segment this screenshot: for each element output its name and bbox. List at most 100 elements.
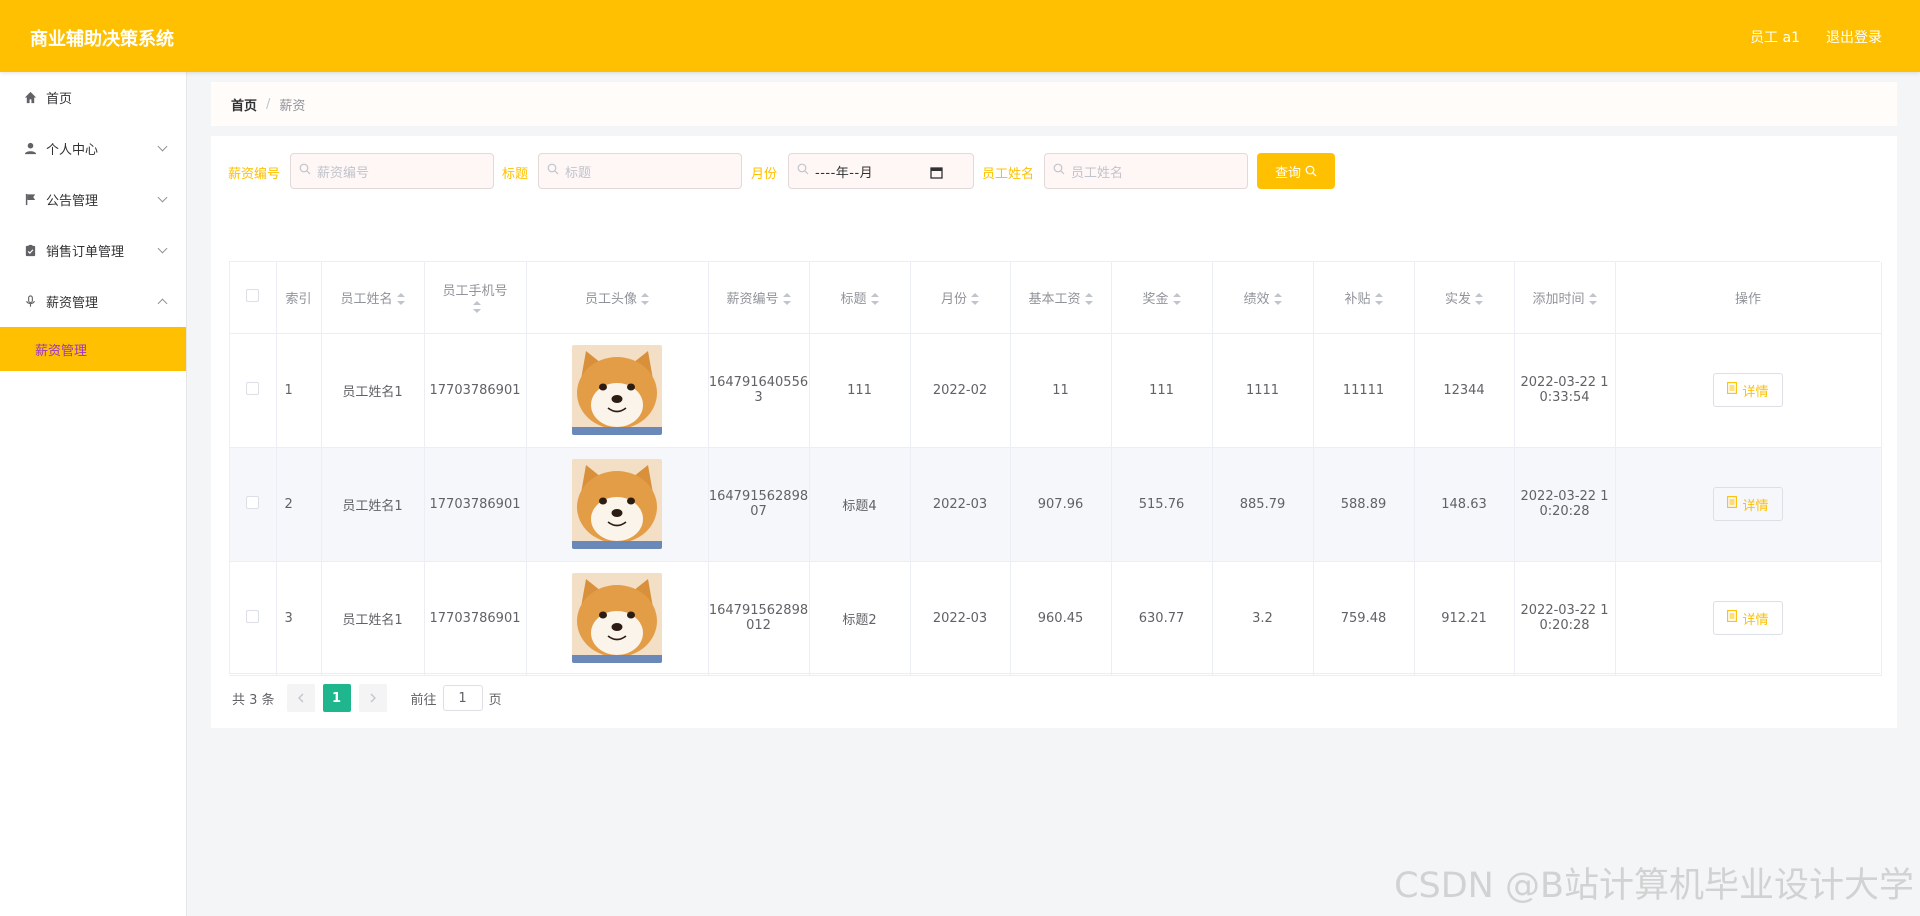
- breadcrumb-home[interactable]: 首页: [231, 95, 257, 114]
- select-all-checkbox[interactable]: [246, 288, 260, 302]
- cell-added-time: 2022-03-22 10:33:54: [1514, 333, 1616, 448]
- sort-icon[interactable]: [870, 293, 879, 306]
- month-label: 月份: [751, 167, 778, 182]
- column-header-name[interactable]: 员工姓名: [321, 262, 425, 334]
- cell-actual: 148.63: [1414, 447, 1515, 562]
- cell-subsidy: 759.48: [1313, 561, 1415, 676]
- month-input[interactable]: ----年--月: [788, 153, 974, 189]
- breadcrumb-separator: /: [266, 96, 271, 112]
- row-checkbox[interactable]: [246, 495, 260, 509]
- chevron-down-icon: [157, 141, 168, 152]
- cell-phone: 17703786901: [424, 333, 527, 448]
- sidebar-item-label: 销售订单管理: [46, 245, 125, 260]
- sidebar-item-salary[interactable]: 薪资管理: [0, 276, 186, 327]
- next-page-button[interactable]: [358, 684, 387, 712]
- sidebar-item-personal[interactable]: 个人中心: [0, 123, 186, 174]
- chevron-down-icon: [157, 243, 168, 254]
- cell-salary-no: 164791562898012: [708, 561, 810, 676]
- cell-phone: 17703786901: [424, 447, 527, 562]
- query-button[interactable]: 查询: [1257, 153, 1335, 189]
- detail-button[interactable]: 详情: [1713, 373, 1783, 407]
- cell-performance: 1111: [1212, 333, 1314, 448]
- goto-label: 前往: [410, 692, 437, 708]
- column-header-added-time[interactable]: 添加时间: [1514, 262, 1616, 334]
- sort-icon[interactable]: [641, 293, 649, 306]
- cell-base-salary: 960.45: [1010, 561, 1112, 676]
- cell-index: 2: [276, 447, 322, 562]
- search-icon: [797, 163, 809, 179]
- cell-subsidy: 588.89: [1313, 447, 1415, 562]
- sidebar-subitem-salary-management[interactable]: 薪资管理: [0, 327, 186, 371]
- table-row: 3 员工姓名1 17703786901 164791562898012 标题2 …: [230, 561, 1882, 676]
- cell-index: 1: [276, 333, 322, 448]
- sort-icon[interactable]: [782, 293, 791, 306]
- column-header-subsidy[interactable]: 补贴: [1313, 262, 1415, 334]
- employee-name-placeholder: 员工姓名: [1071, 165, 1124, 181]
- goto-page-input[interactable]: [442, 685, 483, 711]
- sidebar-item-label: 首页: [46, 92, 73, 107]
- sidebar-item-sales-orders[interactable]: 销售订单管理: [0, 225, 186, 276]
- row-checkbox[interactable]: [246, 381, 260, 395]
- cell-title: 标题4: [809, 447, 911, 562]
- sidebar-item-announcement[interactable]: 公告管理: [0, 174, 186, 225]
- prev-page-button[interactable]: [286, 684, 315, 712]
- detail-button[interactable]: 详情: [1713, 601, 1783, 635]
- column-header-bonus[interactable]: 奖金: [1111, 262, 1213, 334]
- column-header-phone[interactable]: 员工手机号: [424, 262, 527, 334]
- logout-link[interactable]: 退出登录: [1826, 27, 1882, 47]
- column-header-title[interactable]: 标题: [809, 262, 911, 334]
- cell-salary-no: 16479156289807: [708, 447, 810, 562]
- column-header-actual[interactable]: 实发: [1414, 262, 1515, 334]
- employee-name-label: 员工姓名: [982, 167, 1035, 182]
- cell-subsidy: 11111: [1313, 333, 1415, 448]
- document-icon: [1727, 382, 1738, 398]
- sort-icon[interactable]: [1084, 293, 1093, 306]
- cell-actual: 12344: [1414, 333, 1515, 448]
- sort-icon[interactable]: [396, 293, 405, 306]
- cell-bonus: 111: [1111, 333, 1213, 448]
- user-icon: [22, 141, 38, 157]
- top-header: 商业辅助决策系统 员工 a1 退出登录: [0, 0, 1920, 72]
- column-header-performance[interactable]: 绩效: [1212, 262, 1314, 334]
- watermark: CSDN @B站计算机毕业设计大学: [1394, 866, 1914, 906]
- cell-avatar: [526, 561, 709, 676]
- column-header-actions: 操作: [1615, 262, 1882, 334]
- sort-icon[interactable]: [1172, 293, 1181, 306]
- sort-icon[interactable]: [1374, 293, 1383, 306]
- sidebar-item-label: 个人中心: [46, 143, 99, 158]
- sort-icon[interactable]: [1273, 293, 1282, 306]
- sort-icon[interactable]: [1588, 293, 1597, 306]
- row-checkbox[interactable]: [246, 609, 260, 623]
- cell-name: 员工姓名1: [321, 333, 425, 448]
- sort-icon[interactable]: [473, 300, 481, 313]
- title-label: 标题: [502, 167, 529, 182]
- title-input[interactable]: 标题: [538, 153, 742, 189]
- sort-icon[interactable]: [1475, 293, 1483, 306]
- column-header-avatar[interactable]: 员工头像: [526, 262, 709, 334]
- column-header-salary-no[interactable]: 薪资编号: [708, 262, 810, 334]
- sort-icon[interactable]: [971, 293, 979, 306]
- sidebar: 首页 个人中心 公告管理 销售订单管理 薪资管理 薪资管理: [0, 72, 187, 916]
- sidebar-item-home[interactable]: 首页: [0, 72, 186, 123]
- calendar-icon[interactable]: [930, 166, 943, 183]
- employee-name-input[interactable]: 员工姓名: [1044, 153, 1248, 189]
- home-icon: [22, 90, 38, 106]
- header-select-all[interactable]: [230, 262, 277, 334]
- detail-button[interactable]: 详情: [1713, 487, 1783, 521]
- cell-base-salary: 11: [1010, 333, 1112, 448]
- shiba-avatar-image: [572, 459, 662, 549]
- search-icon: [299, 163, 311, 179]
- search-icon: [1053, 163, 1065, 179]
- sidebar-item-label: 薪资管理: [46, 296, 99, 311]
- page-number-button[interactable]: 1: [322, 684, 351, 712]
- cell-index: 3: [276, 561, 322, 676]
- cell-title: 111: [809, 333, 911, 448]
- column-header-month[interactable]: 月份: [910, 262, 1011, 334]
- cell-bonus: 515.76: [1111, 447, 1213, 562]
- salary-no-input[interactable]: 薪资编号: [290, 153, 494, 189]
- cell-actions: 详情: [1615, 561, 1882, 676]
- column-header-base-salary[interactable]: 基本工资: [1010, 262, 1112, 334]
- cell-avatar: [526, 333, 709, 448]
- document-icon: [1727, 496, 1738, 512]
- chevron-right-icon: [370, 693, 376, 703]
